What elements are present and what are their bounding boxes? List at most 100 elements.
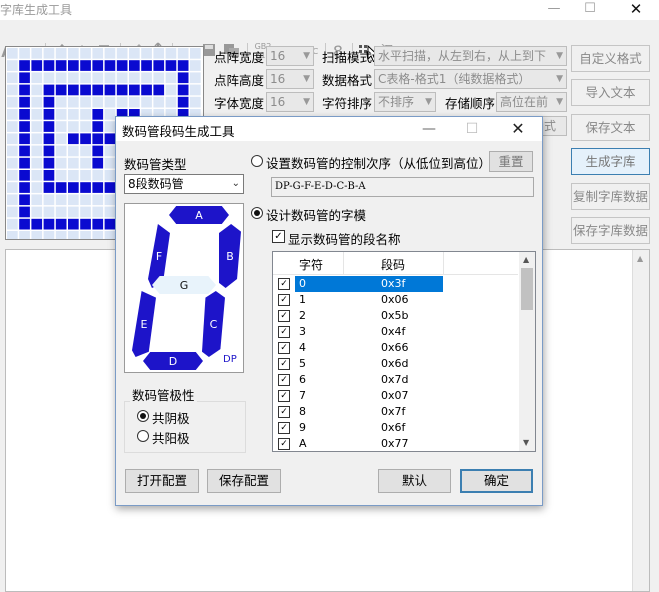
matrix-pixel[interactable] [55,157,67,169]
matrix-pixel[interactable] [116,96,128,108]
matrix-pixel[interactable] [7,72,18,84]
matrix-pixel[interactable] [43,60,55,71]
column-header-code[interactable]: 段码 [381,256,405,273]
segment-d[interactable]: D [143,352,203,370]
matrix-pixel[interactable] [104,206,116,218]
matrix-pixel[interactable] [68,145,79,157]
matrix-pixel[interactable] [80,194,91,206]
matrix-pixel[interactable] [55,121,67,132]
matrix-pixel[interactable] [31,60,43,71]
matrix-pixel[interactable] [19,145,30,157]
matrix-pixel[interactable] [68,194,79,206]
matrix-pixel[interactable] [153,48,165,59]
matrix-pixel[interactable] [165,84,177,96]
segment-b[interactable]: B [219,224,241,288]
matrix-pixel[interactable] [153,60,165,71]
row-checkbox[interactable]: ✓ [278,310,290,322]
scroll-up-icon[interactable]: ▲ [637,254,643,263]
scroll-up-icon[interactable]: ▲ [523,255,529,264]
common-cathode-label[interactable]: 共阴极 [152,408,190,427]
segment-c[interactable]: C [202,291,225,357]
matrix-pixel[interactable] [129,84,140,96]
matrix-pixel[interactable] [31,157,43,169]
control-order-label[interactable]: 设置数码管的控制次序（从低位到高位） [266,153,491,172]
matrix-pixel[interactable] [19,218,30,230]
matrix-pixel[interactable] [19,96,30,108]
row-checkbox[interactable]: ✓ [278,390,290,402]
matrix-pixel[interactable] [80,157,91,169]
matrix-pixel[interactable] [92,206,104,218]
matrix-pixel[interactable] [68,157,79,169]
font-width-select[interactable]: 16 ▼ [266,92,314,112]
matrix-pixel[interactable] [43,231,55,239]
matrix-pixel[interactable] [31,218,43,230]
matrix-pixel[interactable] [7,133,18,145]
list-item[interactable]: ✓ 7 0x07 [273,388,518,404]
segment-g[interactable]: G [152,276,216,294]
matrix-pixel[interactable] [104,84,116,96]
matrix-pixel[interactable] [7,109,18,120]
matrix-pixel[interactable] [177,96,189,108]
matrix-pixel[interactable] [129,48,140,59]
matrix-pixel[interactable] [68,60,79,71]
matrix-pixel[interactable] [92,96,104,108]
matrix-pixel[interactable] [43,84,55,96]
matrix-pixel[interactable] [55,170,67,181]
list-item[interactable]: ✓ 3 0x4f [273,324,518,340]
matrix-pixel[interactable] [80,182,91,193]
matrix-pixel[interactable] [80,109,91,120]
matrix-pixel[interactable] [55,60,67,71]
matrix-pixel[interactable] [19,109,30,120]
matrix-pixel[interactable] [31,170,43,181]
design-glyph-label[interactable]: 设计数码管的字模 [266,205,366,224]
matrix-pixel[interactable] [80,121,91,132]
matrix-pixel[interactable] [43,194,55,206]
storage-order-select[interactable]: 高位在前 ▼ [496,92,567,112]
matrix-pixel[interactable] [177,72,189,84]
matrix-pixel[interactable] [43,48,55,59]
matrix-pixel[interactable] [104,121,116,132]
matrix-pixel[interactable] [68,72,79,84]
matrix-pixel[interactable] [43,157,55,169]
copy-font-data-button[interactable]: 复制字库数据 [571,183,650,210]
row-checkbox[interactable]: ✓ [278,326,290,338]
scan-mode-select[interactable]: 水平扫描，从左到右，从上到下 ▼ [374,46,567,66]
matrix-pixel[interactable] [80,60,91,71]
matrix-pixel[interactable] [92,84,104,96]
matrix-pixel[interactable] [31,84,43,96]
matrix-pixel[interactable] [80,72,91,84]
list-item[interactable]: ✓ 6 0x7d [273,372,518,388]
matrix-pixel[interactable] [92,109,104,120]
matrix-pixel[interactable] [92,48,104,59]
matrix-pixel[interactable] [31,231,43,239]
common-cathode-radio[interactable] [137,410,149,422]
matrix-pixel[interactable] [104,218,116,230]
dialog-minimize-button[interactable]: — [410,117,448,141]
matrix-pixel[interactable] [80,84,91,96]
matrix-pixel[interactable] [141,84,152,96]
matrix-pixel[interactable] [55,194,67,206]
matrix-pixel[interactable] [31,109,43,120]
segment-dp[interactable]: DP [223,354,237,365]
matrix-pixel[interactable] [68,121,79,132]
segment-a[interactable]: A [169,206,229,224]
common-anode-label[interactable]: 共阳极 [152,428,190,447]
default-button[interactable]: 默认 [378,469,451,493]
matrix-pixel[interactable] [7,157,18,169]
list-item[interactable]: ✓ 9 0x6f [273,420,518,436]
matrix-pixel[interactable] [55,72,67,84]
matrix-pixel[interactable] [129,96,140,108]
glyph-list[interactable]: 字符 段码 ✓ 0 0x3f ✓ 1 0x06 ✓ 2 0x5b ✓ 3 0x4f ✓ 4 0x66 ✓ 5 0x… [272,251,536,452]
matrix-pixel[interactable] [68,109,79,120]
matrix-pixel[interactable] [80,133,91,145]
matrix-pixel[interactable] [92,60,104,71]
list-item[interactable]: ✓ 5 0x6d [273,356,518,372]
minimize-button[interactable]: — [540,0,568,20]
matrix-pixel[interactable] [129,60,140,71]
row-checkbox[interactable]: ✓ [278,374,290,386]
save-font-data-button[interactable]: 保存字库数据 [571,217,650,244]
matrix-pixel[interactable] [177,48,189,59]
matrix-pixel[interactable] [19,72,30,84]
matrix-pixel[interactable] [7,96,18,108]
matrix-pixel[interactable] [31,72,43,84]
